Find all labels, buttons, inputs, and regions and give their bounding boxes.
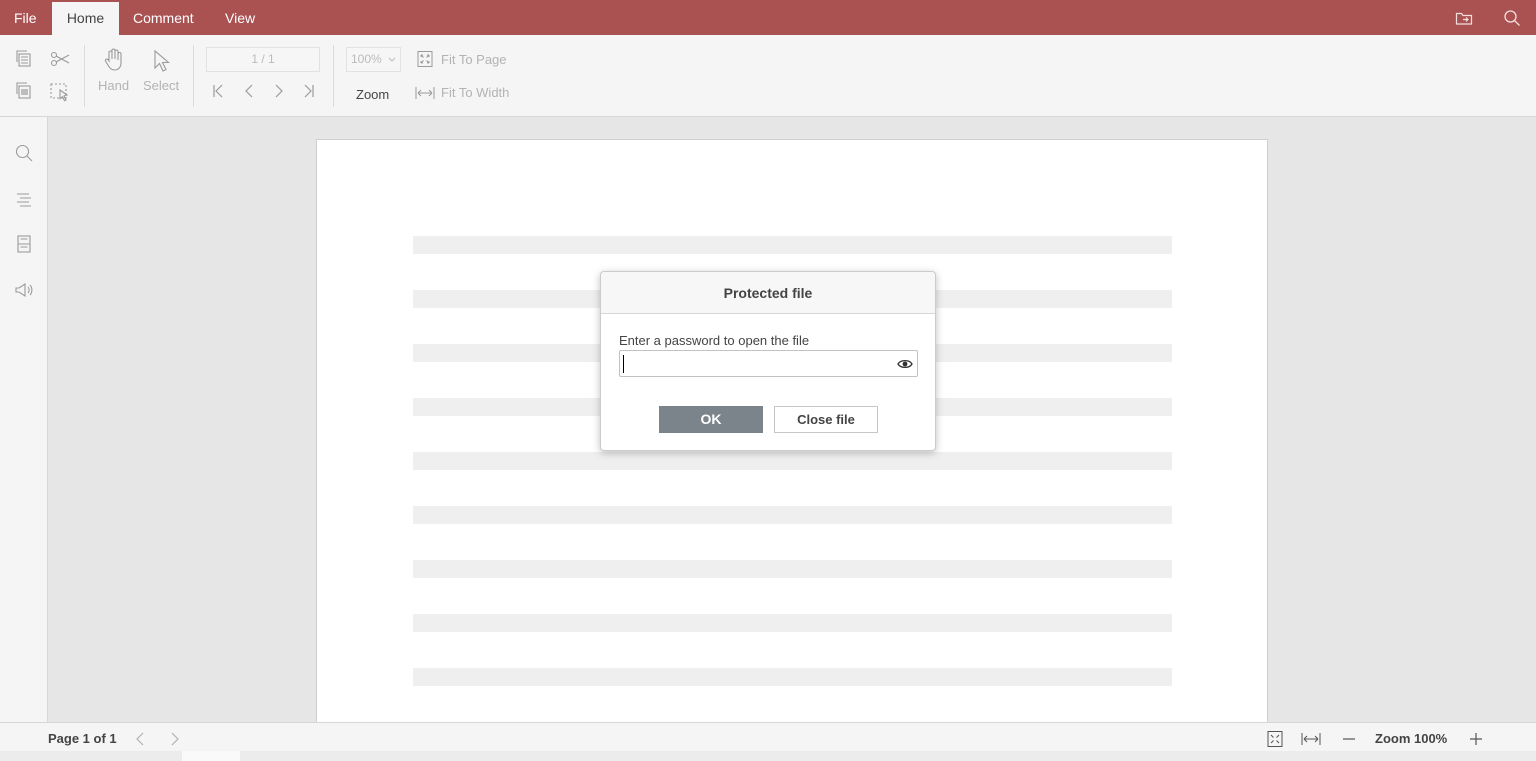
paste-icon[interactable] (13, 80, 35, 102)
zoom-out-icon[interactable] (1340, 730, 1358, 748)
page-number-input[interactable]: 1 / 1 (206, 47, 320, 72)
placeholder-line (413, 236, 1172, 254)
last-page-icon[interactable] (300, 82, 318, 100)
password-input[interactable] (620, 351, 893, 376)
toolbar-divider (333, 45, 334, 107)
open-folder-icon[interactable] (1455, 9, 1473, 27)
fit-to-width-icon[interactable] (1300, 730, 1322, 748)
next-page-icon[interactable] (165, 730, 183, 748)
ok-button[interactable]: OK (659, 406, 763, 433)
zoom-select-value: 100% (351, 52, 382, 66)
tab-file[interactable]: File (14, 0, 37, 35)
text-caret (623, 355, 624, 373)
placeholder-line (413, 560, 1172, 578)
fit-to-width-icon[interactable] (414, 85, 436, 101)
fit-to-page-label[interactable]: Fit To Page (441, 52, 507, 67)
hand-icon[interactable] (102, 47, 126, 73)
password-prompt: Enter a password to open the file (619, 333, 810, 348)
cut-icon[interactable] (49, 48, 71, 70)
copy-icon[interactable] (13, 48, 35, 70)
placeholder-line (413, 452, 1172, 470)
next-page-icon[interactable] (270, 82, 288, 100)
close-file-button[interactable]: Close file (774, 406, 878, 433)
search-icon[interactable] (14, 143, 34, 163)
first-page-icon[interactable] (209, 82, 227, 100)
hand-label[interactable]: Hand (98, 78, 129, 93)
select-cursor-icon[interactable] (151, 48, 173, 74)
placeholder-line (413, 668, 1172, 686)
tab-home[interactable]: Home (52, 2, 119, 35)
password-dialog: Protected file Enter a password to open … (600, 271, 936, 451)
fit-to-page-icon[interactable] (416, 50, 434, 68)
dialog-title: Protected file (601, 272, 935, 314)
password-field[interactable] (619, 350, 918, 377)
tab-view[interactable]: View (225, 0, 255, 35)
select-label[interactable]: Select (143, 78, 179, 93)
previous-page-icon[interactable] (240, 82, 258, 100)
show-password-eye-icon[interactable] (897, 357, 913, 371)
tab-comment[interactable]: Comment (133, 0, 194, 35)
chevron-down-icon (388, 48, 396, 71)
announcement-icon[interactable] (14, 280, 34, 300)
toolbar: Hand Select 1 / 1 100% Zoom Fit To Page … (0, 35, 1536, 117)
fit-to-page-icon[interactable] (1266, 730, 1284, 748)
search-icon[interactable] (1503, 9, 1521, 27)
menu-bar: File Home Comment View (0, 0, 1536, 35)
placeholder-line (413, 506, 1172, 524)
left-panel (0, 117, 48, 722)
select-area-icon[interactable] (49, 81, 71, 103)
zoom-in-icon[interactable] (1467, 730, 1485, 748)
page-indicator: Page 1 of 1 (48, 731, 117, 746)
outline-icon[interactable] (14, 189, 34, 209)
toolbar-divider (193, 45, 194, 107)
previous-page-icon[interactable] (132, 730, 150, 748)
fit-to-width-label[interactable]: Fit To Width (441, 85, 509, 100)
zoom-level: Zoom 100% (1375, 731, 1448, 746)
thumbnails-icon[interactable] (14, 234, 34, 254)
toolbar-divider (84, 45, 85, 107)
status-bar: Page 1 of 1 Zoom 100% (0, 722, 1536, 761)
placeholder-line (413, 614, 1172, 632)
zoom-select[interactable]: 100% (346, 47, 401, 72)
zoom-label: Zoom (356, 87, 390, 102)
